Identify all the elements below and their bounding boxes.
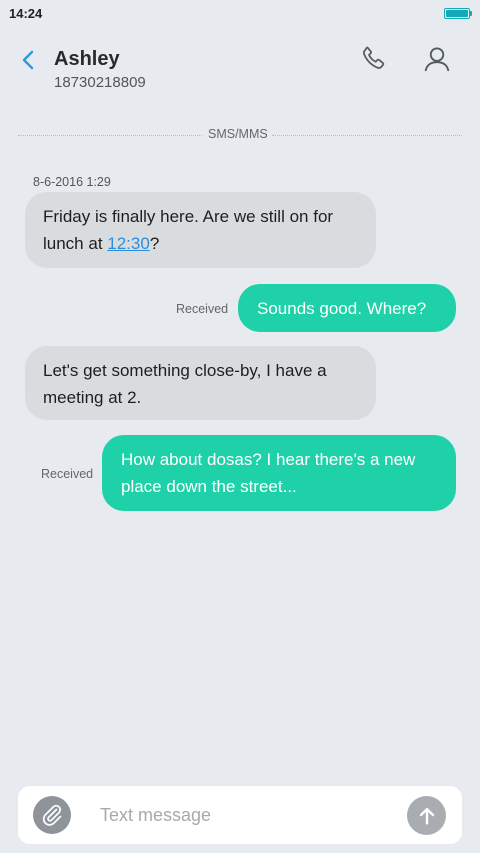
- contact-number: 18730218809: [54, 74, 146, 91]
- status-time: 14:24: [9, 6, 43, 21]
- battery-level-fill: [446, 10, 468, 17]
- conversation-header: Ashley 18730218809: [0, 28, 480, 106]
- message-text: Friday is finally here. Are we still on …: [43, 207, 334, 253]
- channel-divider: SMS/MMS: [18, 126, 462, 144]
- delivery-status: Received: [41, 467, 94, 481]
- person-icon: [424, 47, 450, 72]
- message-timestamp: 8-6-2016 1:29: [33, 175, 111, 189]
- message-text: How about dosas? I hear there's a new pl…: [121, 450, 416, 496]
- paperclip-icon: [42, 804, 62, 826]
- attach-button[interactable]: [33, 796, 71, 834]
- messaging-screen: 14:24 Ashley 18730218809 SMS/MMS 8-6-201…: [0, 0, 480, 853]
- time-link[interactable]: 12:30: [107, 234, 150, 253]
- contact-button[interactable]: [420, 42, 454, 76]
- back-button[interactable]: [14, 46, 42, 74]
- call-button[interactable]: [358, 42, 390, 74]
- divider-line-left: [18, 135, 202, 136]
- message-input[interactable]: [100, 798, 400, 832]
- message-text: Let's get something close-by, I have a m…: [43, 361, 327, 407]
- outgoing-message-bubble[interactable]: How about dosas? I hear there's a new pl…: [102, 435, 456, 511]
- contact-name: Ashley: [54, 48, 120, 70]
- incoming-message-bubble[interactable]: Let's get something close-by, I have a m…: [25, 346, 376, 420]
- send-button[interactable]: [407, 796, 446, 835]
- message-composer: [18, 786, 462, 844]
- status-bar: 14:24: [0, 0, 480, 28]
- phone-icon: [363, 46, 385, 69]
- chevron-left-icon: [22, 50, 34, 70]
- divider-line-right: [272, 135, 462, 136]
- arrow-up-icon: [419, 807, 434, 825]
- battery-full-icon: [444, 8, 470, 19]
- channel-label: SMS/MMS: [208, 127, 268, 141]
- message-text-suffix: ?: [149, 234, 160, 253]
- delivery-status: Received: [176, 302, 229, 316]
- battery-tip: [470, 11, 472, 16]
- message-text: Sounds good. Where?: [257, 299, 427, 318]
- outgoing-message-bubble[interactable]: Sounds good. Where?: [238, 284, 456, 332]
- incoming-message-bubble[interactable]: Friday is finally here. Are we still on …: [25, 192, 376, 268]
